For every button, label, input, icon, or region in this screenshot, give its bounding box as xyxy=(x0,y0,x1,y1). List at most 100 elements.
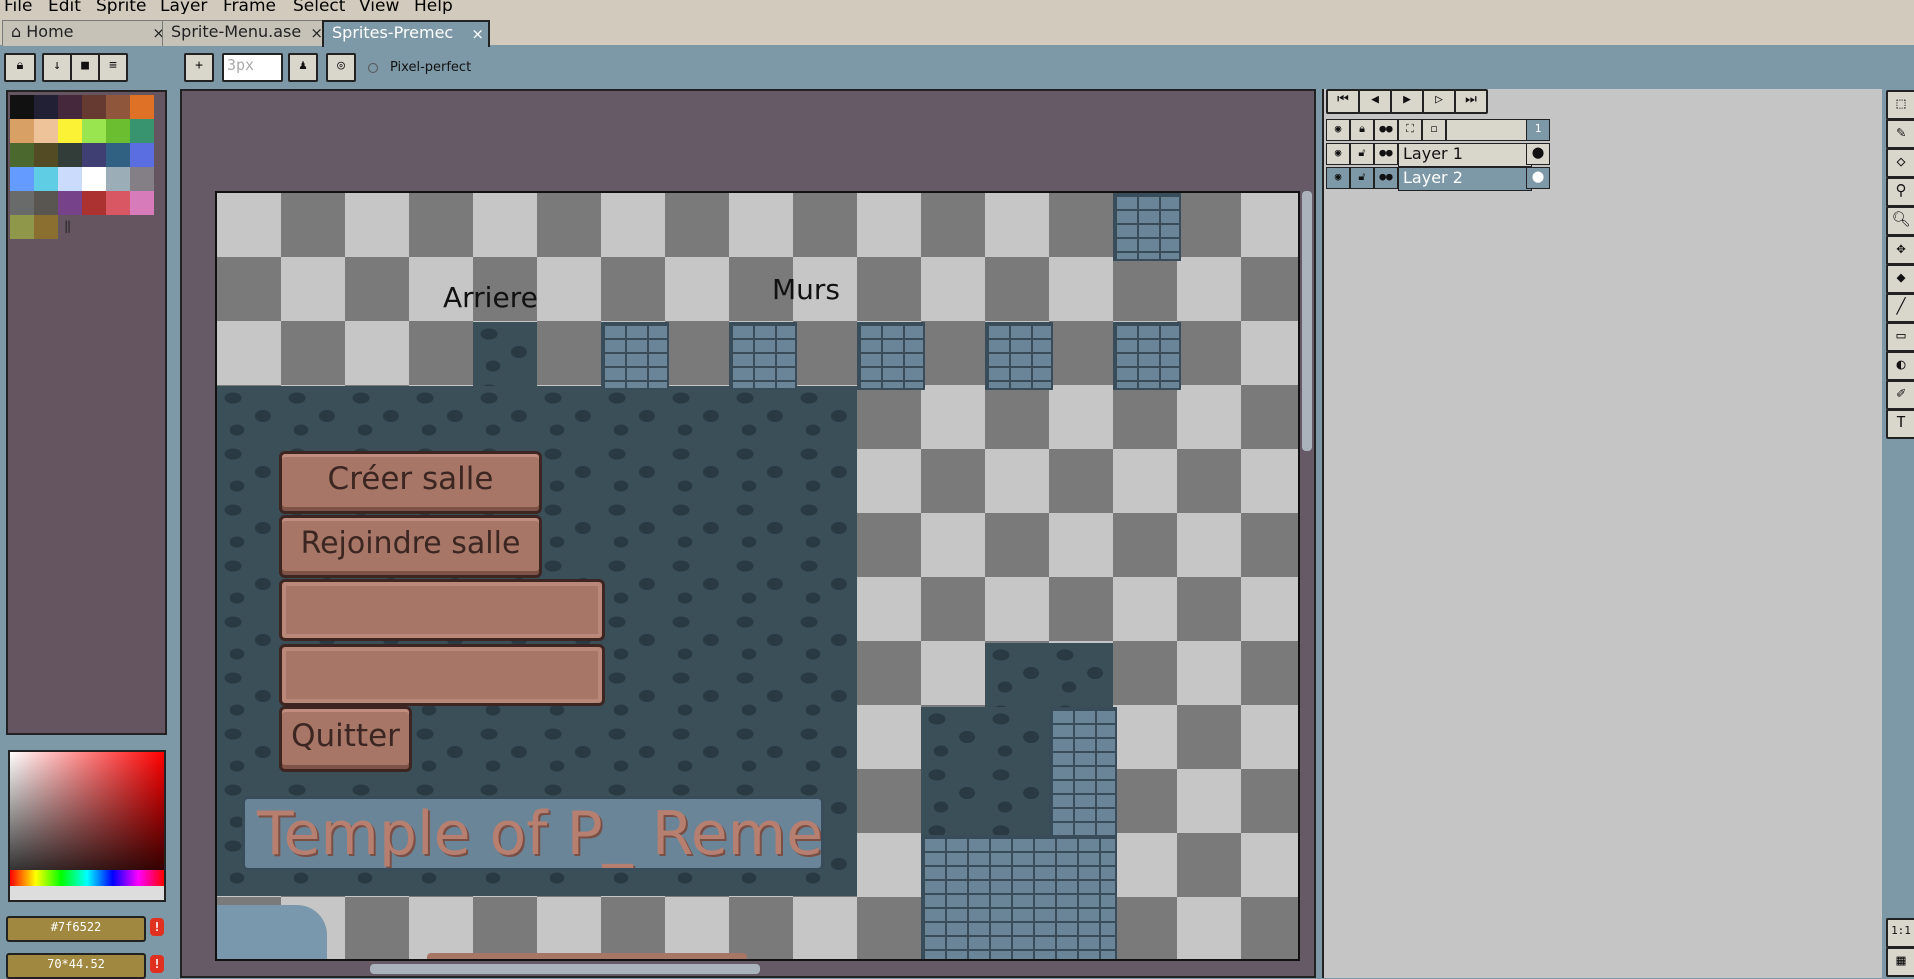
first-frame-icon[interactable]: ⏮ xyxy=(1326,89,1360,114)
palette-swatch[interactable] xyxy=(58,95,82,119)
eye-icon[interactable]: ◉ xyxy=(1326,167,1350,189)
menu-file[interactable]: File xyxy=(4,0,32,14)
tab-home[interactable]: ⌂ Home × xyxy=(2,20,170,46)
palette-swatch[interactable] xyxy=(82,119,106,143)
eyedropper-tool-icon[interactable]: ⚲ xyxy=(1886,177,1914,207)
arrow-down-icon[interactable]: ↓ xyxy=(42,53,72,82)
add-button[interactable]: + xyxy=(184,53,214,82)
palette-swatch[interactable] xyxy=(10,143,34,167)
palette-swatch[interactable] xyxy=(34,167,58,191)
lock-icon[interactable]: 🔓︎ xyxy=(1350,143,1374,165)
palette-swatch[interactable] xyxy=(82,95,106,119)
move-tool-icon[interactable]: ✥ xyxy=(1886,235,1914,265)
palette-swatch[interactable] xyxy=(106,167,130,191)
vertical-scrollbar[interactable] xyxy=(1302,191,1312,451)
palette-swatch[interactable] xyxy=(130,191,154,215)
palette-swatch[interactable] xyxy=(58,191,82,215)
cel-icon[interactable]: ⬤ xyxy=(1526,167,1550,189)
line-tool-icon[interactable]: ╱ xyxy=(1886,293,1914,323)
contour-tool-icon[interactable]: ◐ xyxy=(1886,351,1914,381)
horizontal-scrollbar[interactable] xyxy=(370,964,760,974)
palette-swatch[interactable] xyxy=(130,143,154,167)
eye-icon[interactable]: ◉ xyxy=(1326,143,1350,165)
join-room-button-sprite: Rejoindre salle xyxy=(279,515,542,578)
menu-select[interactable]: Select xyxy=(293,0,345,14)
prev-frame-icon[interactable]: ◀ xyxy=(1358,89,1392,114)
continuous-icon[interactable]: ●● xyxy=(1374,167,1398,189)
palette-swatch[interactable] xyxy=(58,143,82,167)
eraser-tool-icon[interactable]: ◇ xyxy=(1886,148,1914,178)
lock-icon[interactable]: 🔒︎ xyxy=(4,53,36,82)
cel-icon[interactable]: ⬤ xyxy=(1526,143,1550,165)
palette-swatch[interactable] xyxy=(130,95,154,119)
link-icon[interactable]: ⛶ xyxy=(1398,119,1422,141)
menu-view[interactable]: View xyxy=(359,0,399,14)
play-icon[interactable]: ▶ xyxy=(1390,89,1424,114)
palette-swatch[interactable] xyxy=(58,167,82,191)
layer-row-layer-2[interactable]: Layer 2 xyxy=(1398,167,1532,191)
pixel-perfect-label: Pixel-perfect xyxy=(390,60,472,75)
rectangle-tool-icon[interactable]: ▭ xyxy=(1886,322,1914,352)
warning-icon[interactable]: ! xyxy=(150,955,164,973)
alpha-slider[interactable] xyxy=(8,886,166,902)
palette-swatch[interactable] xyxy=(82,143,106,167)
palette-swatch[interactable] xyxy=(34,143,58,167)
ink-icon[interactable]: ♟ xyxy=(288,53,318,82)
square-icon[interactable]: ■ xyxy=(70,53,100,82)
palette-swatch[interactable] xyxy=(106,119,130,143)
tab-sprite-menu[interactable]: Sprite-Menu.ase × xyxy=(162,20,328,46)
layer-row-layer-1[interactable]: Layer 1 xyxy=(1398,143,1532,167)
menu-help[interactable]: Help xyxy=(414,0,453,14)
marquee-tool-icon[interactable]: ⬚ xyxy=(1886,90,1914,120)
palette-swatch[interactable] xyxy=(10,215,34,239)
menu-layer[interactable]: Layer xyxy=(160,0,207,14)
list-icon[interactable]: ≡ xyxy=(98,53,128,82)
palette-swatch[interactable] xyxy=(130,167,154,191)
palette-resize-handle[interactable]: ‖ xyxy=(64,219,71,233)
eye-icon[interactable]: ◉ xyxy=(1326,119,1350,141)
palette-swatch[interactable] xyxy=(130,119,154,143)
next-frame-icon[interactable]: ▷ xyxy=(1422,89,1456,114)
palette-swatch[interactable] xyxy=(58,119,82,143)
palette-swatch[interactable] xyxy=(10,191,34,215)
pencil-tool-icon[interactable]: ✎ xyxy=(1886,119,1914,149)
brush-size-input[interactable]: 3px xyxy=(222,53,283,82)
zoom-1-1-button[interactable]: 1:1 xyxy=(1886,918,1914,948)
frame-number[interactable]: 1 xyxy=(1526,119,1550,141)
palette-swatch[interactable] xyxy=(106,143,130,167)
home-icon: ⌂ xyxy=(11,22,22,41)
palette-swatch[interactable] xyxy=(10,95,34,119)
palette-swatch[interactable] xyxy=(34,95,58,119)
brick-tile xyxy=(601,322,669,390)
continuous-icon[interactable]: ●● xyxy=(1374,143,1398,165)
menu-sprite[interactable]: Sprite xyxy=(96,0,146,14)
palette-swatch[interactable] xyxy=(34,215,58,239)
palette-swatch[interactable] xyxy=(106,95,130,119)
palette-swatch[interactable] xyxy=(10,167,34,191)
palette-swatch[interactable] xyxy=(10,119,34,143)
menu-frame[interactable]: Frame xyxy=(223,0,276,14)
gear-icon[interactable]: ◻ xyxy=(1422,119,1446,141)
text-tool-icon[interactable]: T xyxy=(1886,409,1914,439)
palette-swatch[interactable] xyxy=(82,191,106,215)
zoom-tool-icon[interactable]: 🔍︎ xyxy=(1886,206,1914,236)
symmetry-icon[interactable]: ◎ xyxy=(326,53,356,82)
palette-swatch[interactable] xyxy=(34,191,58,215)
warning-icon[interactable]: ! xyxy=(150,918,164,936)
tab-sprites-premec[interactable]: Sprites-Premec × xyxy=(322,20,490,47)
palette-swatch[interactable] xyxy=(106,191,130,215)
palette-swatch[interactable] xyxy=(34,119,58,143)
panel-toggle-icon[interactable]: ▦ xyxy=(1886,947,1914,977)
onion-skin-icon[interactable]: ●● xyxy=(1374,119,1398,141)
last-frame-icon[interactable]: ⏭ xyxy=(1454,89,1488,114)
lock-icon[interactable]: 🔓︎ xyxy=(1350,167,1374,189)
fill-tool-icon[interactable]: ◆ xyxy=(1886,264,1914,294)
pixel-perfect-checkbox[interactable] xyxy=(368,63,378,73)
blur-tool-icon[interactable]: ✐ xyxy=(1886,380,1914,410)
hue-slider[interactable] xyxy=(8,870,166,886)
menu-edit[interactable]: Edit xyxy=(48,0,81,14)
color-hex-field[interactable]: #7f6522 xyxy=(6,916,146,942)
close-icon[interactable]: × xyxy=(471,23,484,45)
lock-icon[interactable]: 🔒︎ xyxy=(1350,119,1374,141)
palette-swatch[interactable] xyxy=(82,167,106,191)
